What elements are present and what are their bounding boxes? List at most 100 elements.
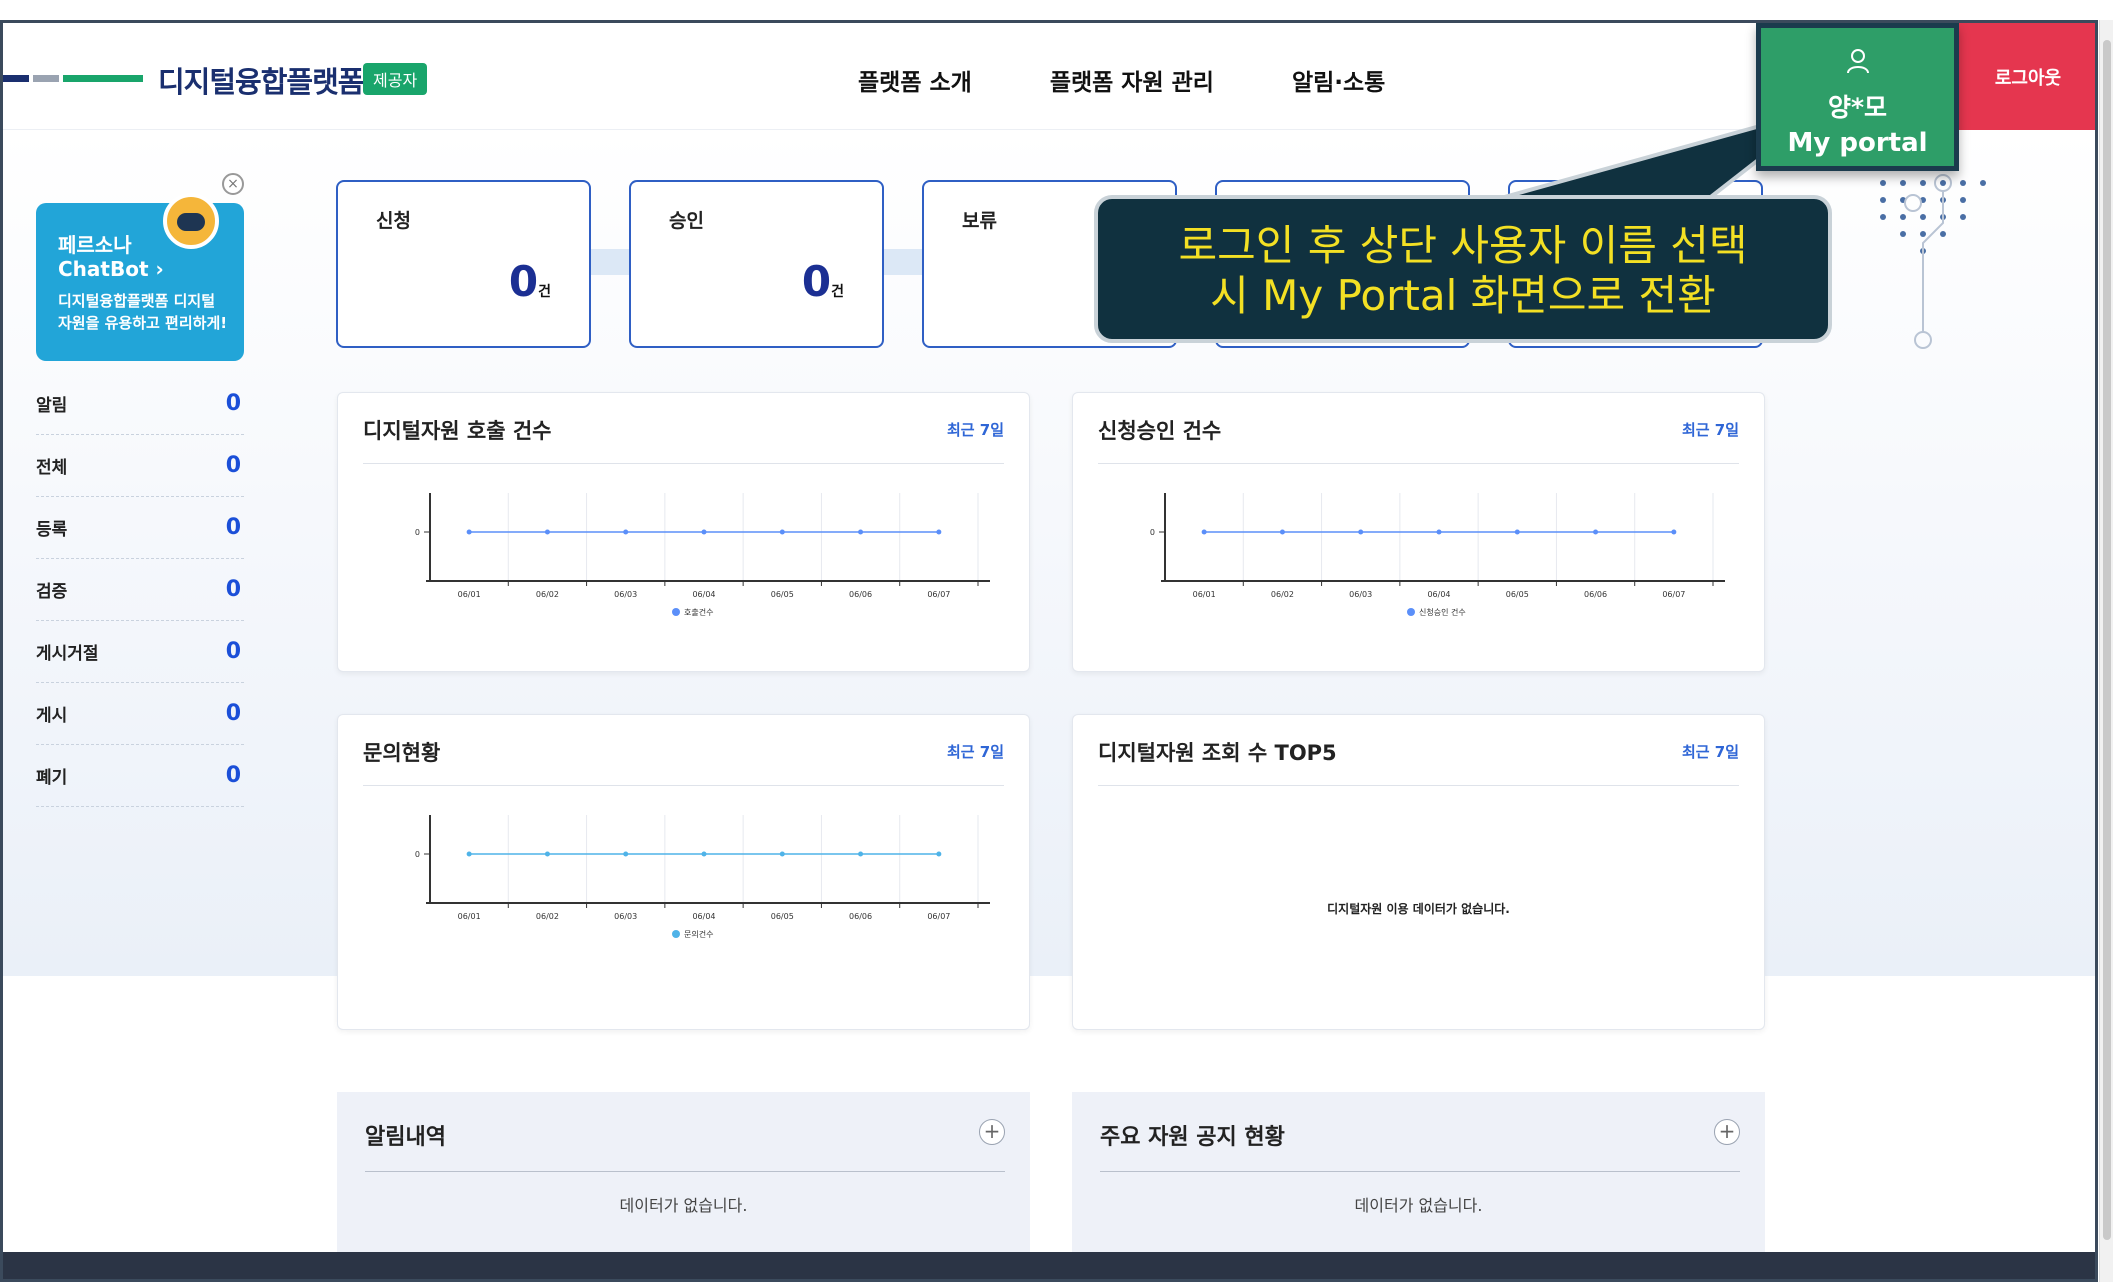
x-tick-label: 06/02 <box>536 912 559 921</box>
x-tick-label: 06/02 <box>1271 590 1294 599</box>
chatbot-description: 디지털융합플랫폼 디지털 자원을 유용하고 편리하게! <box>58 292 228 332</box>
recent-7days-link[interactable]: 최근 7일 <box>1682 419 1739 440</box>
y-tick-label: 0 <box>415 850 420 859</box>
robot-avatar-icon <box>163 193 219 249</box>
x-tick-label: 06/01 <box>1193 590 1216 599</box>
data-point <box>858 851 864 857</box>
decorative-dot-pattern <box>1880 174 1986 349</box>
legend-label: 신청승인 건수 <box>1419 607 1466 617</box>
legend-label: 문의건수 <box>684 929 713 939</box>
y-tick-label: 0 <box>1150 528 1155 537</box>
panel-top5: 디지털자원 조회 수 TOP5 최근 7일 디지털자원 이용 데이터가 없습니다… <box>1072 714 1765 1030</box>
main-nav: 플랫폼 소개 플랫폼 자원 관리 알림·소통 <box>858 63 1385 97</box>
my-portal-button[interactable]: 양*모 My portal <box>1756 23 1959 171</box>
x-tick-label: 06/05 <box>771 912 794 921</box>
x-tick-label: 06/03 <box>614 590 637 599</box>
top5-empty-message: 디지털자원 이용 데이터가 없습니다. <box>1327 902 1510 916</box>
data-point <box>1514 529 1520 535</box>
x-tick-label: 06/01 <box>458 590 481 599</box>
empty-message: 데이터가 없습니다. <box>1354 1196 1483 1215</box>
status-summary-list: 알림 0 전체 0 등록 0 검증 0 게시거절 0 게시 0 폐기 0 <box>36 373 244 807</box>
x-tick-label: 06/06 <box>849 590 872 599</box>
stat-card-approved[interactable]: 승인 0건 <box>629 180 884 348</box>
data-point <box>1279 529 1285 535</box>
plus-icon[interactable]: + <box>1714 1119 1740 1145</box>
data-point <box>1593 529 1599 535</box>
summary-row-rejected[interactable]: 게시거절 0 <box>36 621 244 683</box>
x-tick-label: 06/07 <box>927 912 950 921</box>
stat-card-request[interactable]: 신청 0건 <box>336 180 591 348</box>
calls-line-chart: 0 06/01 06/02 06/03 06/04 06/05 06/06 06/07 호출건수 <box>415 493 990 617</box>
logo-mark <box>3 75 143 82</box>
x-tick-label: 06/04 <box>692 912 715 921</box>
nav-resource-management[interactable]: 플랫폼 자원 관리 <box>1050 63 1214 97</box>
summary-row-all[interactable]: 전체 0 <box>36 435 244 497</box>
role-badge: 제공자 <box>363 63 428 95</box>
x-tick-label: 06/05 <box>771 590 794 599</box>
chatbot-title: 페르소나 <box>58 233 132 257</box>
x-tick-label: 06/02 <box>536 590 559 599</box>
footer-bar <box>3 1252 2095 1279</box>
data-point <box>623 851 629 857</box>
x-tick-label: 06/05 <box>1506 590 1529 599</box>
logout-button[interactable]: 로그아웃 <box>1958 23 2095 130</box>
x-tick-label: 06/04 <box>692 590 715 599</box>
chevron-right-icon: › <box>155 257 164 281</box>
nav-notice-communication[interactable]: 알림·소통 <box>1292 63 1385 97</box>
summary-row-discarded[interactable]: 폐기 0 <box>36 745 244 807</box>
chatbot-close-icon[interactable]: × <box>222 173 244 195</box>
notice-history-box: 알림내역 + 데이터가 없습니다. <box>337 1092 1030 1257</box>
user-name: 양*모 <box>1827 93 1888 122</box>
data-point <box>1436 529 1442 535</box>
data-point <box>544 529 550 535</box>
x-tick-label: 06/06 <box>1584 590 1607 599</box>
x-tick-label: 06/03 <box>614 912 637 921</box>
x-tick-label: 06/06 <box>849 912 872 921</box>
vertical-scrollbar[interactable] <box>2099 20 2113 1282</box>
data-point <box>466 851 472 857</box>
y-tick-label: 0 <box>415 528 420 537</box>
user-icon <box>1847 49 1869 74</box>
brand-title[interactable]: 디지털융합플랫폼 <box>158 59 364 101</box>
recent-7days-link[interactable]: 최근 7일 <box>947 741 1004 762</box>
data-point <box>1358 529 1364 535</box>
plus-icon[interactable]: + <box>979 1119 1005 1145</box>
x-tick-label: 06/07 <box>1662 590 1685 599</box>
data-point <box>936 529 942 535</box>
legend-marker <box>672 608 680 616</box>
x-tick-label: 06/07 <box>927 590 950 599</box>
data-point <box>544 851 550 857</box>
data-point <box>623 529 629 535</box>
inquiries-line-chart: 0 06/01 06/02 06/03 06/04 06/05 06/06 06/07 문의건수 <box>415 815 990 939</box>
scrollbar-thumb[interactable] <box>2103 40 2111 1240</box>
nav-platform-intro[interactable]: 플랫폼 소개 <box>858 63 972 97</box>
panel-resource-calls: 디지털자원 호출 건수 최근 7일 0 06/01 06/02 06/03 06/04 0… <box>337 392 1030 672</box>
summary-row-registered[interactable]: 등록 0 <box>36 497 244 559</box>
background-bottom <box>3 976 2095 1279</box>
x-tick-label: 06/04 <box>1427 590 1450 599</box>
panel-inquiries: 문의현황 최근 7일 0 06/01 06/02 06/03 06/04 06/05 06/… <box>337 714 1030 1030</box>
recent-7days-link[interactable]: 최근 7일 <box>1682 741 1739 762</box>
empty-message: 데이터가 없습니다. <box>619 1196 748 1215</box>
data-point <box>779 529 785 535</box>
legend-marker <box>672 930 680 938</box>
legend-marker <box>1407 608 1415 616</box>
data-point <box>858 529 864 535</box>
data-point <box>936 851 942 857</box>
approvals-line-chart: 0 06/01 06/02 06/03 06/04 06/05 06/06 06/07 신청승인… <box>1150 493 1725 617</box>
panel-approvals: 신청승인 건수 최근 7일 0 06/01 06/02 06/03 06/04 06/05… <box>1072 392 1765 672</box>
legend-label: 호출건수 <box>684 607 713 617</box>
summary-row-notice[interactable]: 알림 0 <box>36 373 244 435</box>
data-point <box>779 851 785 857</box>
guide-callout: 로그인 후 상단 사용자 이름 선택 시 My Portal 화면으로 전환 <box>1094 195 1832 343</box>
recent-7days-link[interactable]: 최근 7일 <box>947 419 1004 440</box>
summary-row-published[interactable]: 게시 0 <box>36 683 244 745</box>
data-point <box>1201 529 1207 535</box>
x-tick-label: 06/03 <box>1349 590 1372 599</box>
my-portal-label: My portal <box>1787 128 1928 158</box>
data-point <box>701 851 707 857</box>
data-point <box>701 529 707 535</box>
chatbot-link: ChatBot › <box>58 257 164 281</box>
summary-row-verification[interactable]: 검증 0 <box>36 559 244 621</box>
data-point <box>1671 529 1677 535</box>
